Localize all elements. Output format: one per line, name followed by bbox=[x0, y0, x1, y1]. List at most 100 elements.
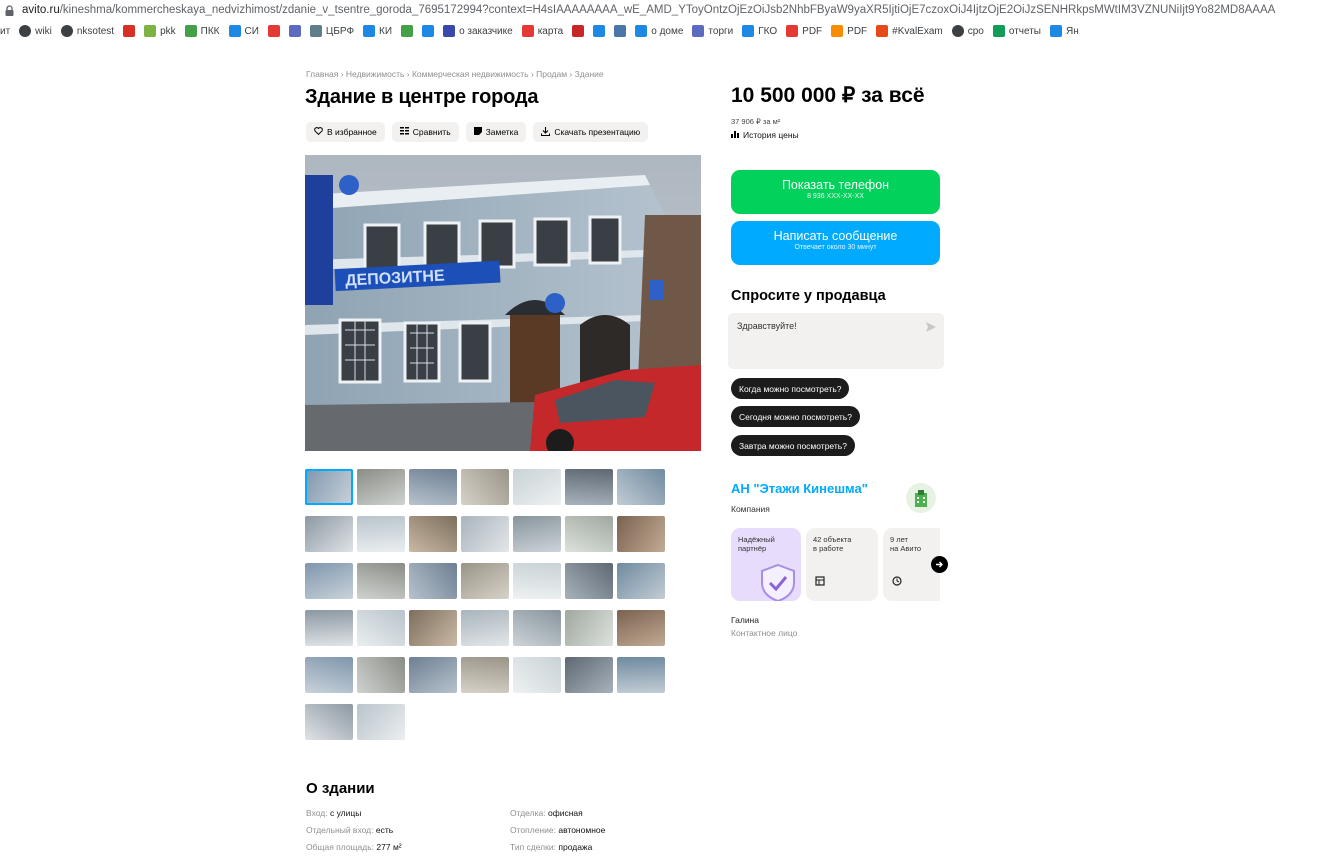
ask-seller-input[interactable]: Здравствуйте! bbox=[728, 313, 944, 369]
photo-thumbnail[interactable] bbox=[565, 610, 613, 646]
note-button[interactable]: Заметка bbox=[465, 122, 527, 142]
hat-icon bbox=[572, 25, 585, 37]
photo-thumbnail[interactable] bbox=[305, 563, 353, 599]
bookmark-item[interactable]: ЦБРФ bbox=[309, 25, 354, 37]
photo-thumbnail[interactable] bbox=[409, 469, 457, 505]
bookmark-item[interactable]: Ян bbox=[1050, 25, 1079, 37]
photo-thumbnail[interactable] bbox=[617, 469, 665, 505]
photo-thumbnail[interactable] bbox=[409, 563, 457, 599]
house-icon bbox=[635, 25, 648, 37]
bookmark-label: о заказчике bbox=[459, 25, 513, 37]
photo-thumbnail[interactable] bbox=[513, 516, 561, 552]
photo-thumbnail[interactable] bbox=[409, 610, 457, 646]
photo-thumbnail[interactable] bbox=[617, 516, 665, 552]
bookmark-item[interactable] bbox=[123, 25, 136, 37]
breadcrumb[interactable]: Главная › Недвижимость › Коммерческая не… bbox=[306, 69, 604, 79]
photo-thumbnail[interactable] bbox=[617, 610, 665, 646]
bookmark-item[interactable]: о доме bbox=[635, 25, 683, 37]
photo-thumbnail[interactable] bbox=[357, 704, 405, 740]
bookmark-item[interactable] bbox=[572, 25, 585, 37]
photo-thumbnail[interactable] bbox=[461, 610, 509, 646]
bookmark-item[interactable] bbox=[422, 25, 435, 37]
quick-question-chip[interactable]: Когда можно посмотреть? bbox=[731, 378, 850, 399]
bookmark-item[interactable]: отчеты bbox=[992, 25, 1041, 37]
bookmark-item[interactable] bbox=[267, 25, 280, 37]
photo-thumbnail[interactable] bbox=[565, 657, 613, 693]
bookmark-item[interactable]: nksotest bbox=[60, 25, 114, 37]
bookmark-item[interactable]: сро bbox=[951, 25, 984, 37]
param-row: Вход: с улицы bbox=[306, 808, 361, 818]
main-photo[interactable]: ДЕПОЗИТНЕ bbox=[305, 155, 701, 451]
photo-thumbnail[interactable] bbox=[357, 657, 405, 693]
pencil-icon bbox=[593, 25, 606, 37]
photo-thumbnail[interactable] bbox=[305, 657, 353, 693]
bookmark-item[interactable]: КИ bbox=[363, 25, 392, 37]
bookmark-item[interactable] bbox=[593, 25, 606, 37]
bank-icon bbox=[309, 25, 322, 37]
photo-thumbnail[interactable] bbox=[513, 469, 561, 505]
bookmark-item[interactable]: #KvalExam bbox=[876, 25, 943, 37]
photo-thumbnail[interactable] bbox=[461, 516, 509, 552]
photo-thumbnail[interactable] bbox=[565, 516, 613, 552]
seller-name-link[interactable]: АН "Этажи Кинешма" bbox=[731, 481, 868, 496]
bookmark-label: карта bbox=[537, 25, 564, 37]
photo-thumbnail[interactable] bbox=[357, 516, 405, 552]
bookmark-label: о доме bbox=[651, 25, 684, 37]
photo-thumbnail[interactable] bbox=[617, 563, 665, 599]
compare-button[interactable]: Сравнить bbox=[391, 122, 459, 142]
bookmark-item[interactable]: карта bbox=[521, 25, 564, 37]
bookmark-label: pkk bbox=[160, 25, 176, 37]
photo-thumbnail[interactable] bbox=[409, 516, 457, 552]
seller-logo[interactable] bbox=[906, 483, 936, 513]
leaf-icon bbox=[144, 25, 157, 37]
photo-thumbnail[interactable] bbox=[513, 657, 561, 693]
bookmark-item[interactable]: PDF bbox=[831, 25, 867, 37]
bookmark-item[interactable]: о заказчике bbox=[443, 25, 513, 37]
photo-thumbnail[interactable] bbox=[513, 610, 561, 646]
favorite-button[interactable]: В избранное bbox=[306, 122, 385, 142]
bookmark-item[interactable]: wiki bbox=[19, 25, 52, 37]
show-phone-button[interactable]: Показать телефон 8 936 XXX-XX-XX bbox=[731, 170, 940, 214]
download-presentation-button[interactable]: Скачать презентацию bbox=[533, 122, 649, 142]
bookmark-item[interactable]: СИ bbox=[228, 25, 259, 37]
send-icon[interactable] bbox=[926, 322, 936, 332]
quick-question-chip[interactable]: Сегодня можно посмотреть? bbox=[731, 406, 860, 427]
badge-line: в работе bbox=[813, 544, 844, 553]
photo-thumbnail[interactable] bbox=[617, 657, 665, 693]
photo-thumbnail[interactable] bbox=[357, 563, 405, 599]
write-message-button[interactable]: Написать сообщение Отвечает около 30 мин… bbox=[731, 221, 940, 265]
bookmark-item[interactable]: ПКК bbox=[184, 25, 220, 37]
chart-icon bbox=[363, 25, 376, 37]
bookmark-item[interactable]: ГКО bbox=[742, 25, 777, 37]
photo-thumbnail[interactable] bbox=[357, 610, 405, 646]
bookmark-item[interactable] bbox=[614, 25, 627, 37]
quick-question-chip[interactable]: Завтра можно посмотреть? bbox=[731, 435, 855, 456]
badge-active-objects[interactable]: 42 объекта в работе bbox=[806, 528, 878, 601]
photo-thumbnail[interactable] bbox=[305, 610, 353, 646]
badges-next-arrow-icon[interactable] bbox=[931, 556, 948, 573]
bookmark-item[interactable]: pkk bbox=[144, 25, 176, 37]
address-bar[interactable]: avito.ru/kineshma/kommercheskaya_nedvizh… bbox=[0, 0, 1326, 20]
bookmark-item[interactable]: ит bbox=[0, 26, 10, 37]
bookmark-item[interactable]: торги bbox=[692, 25, 733, 37]
thumbnail-grid bbox=[305, 469, 665, 740]
photo-thumbnail[interactable] bbox=[513, 563, 561, 599]
photo-thumbnail[interactable] bbox=[357, 469, 405, 505]
price-history-link[interactable]: История цены bbox=[731, 130, 799, 140]
photo-thumbnail[interactable] bbox=[305, 516, 353, 552]
photo-thumbnail[interactable] bbox=[461, 563, 509, 599]
bookmark-item[interactable]: PDF bbox=[786, 25, 822, 37]
badge-reliable-partner[interactable]: Надёжный партнёр bbox=[731, 528, 801, 601]
photo-thumbnail[interactable] bbox=[305, 704, 353, 740]
pin-icon bbox=[521, 25, 534, 37]
param-value: продажа bbox=[558, 842, 593, 852]
photo-thumbnail[interactable] bbox=[565, 563, 613, 599]
photo-thumbnail[interactable] bbox=[461, 657, 509, 693]
photo-thumbnail[interactable] bbox=[565, 469, 613, 505]
bookmark-item[interactable] bbox=[288, 25, 301, 37]
photo-thumbnail[interactable] bbox=[409, 657, 457, 693]
mail-icon bbox=[876, 25, 889, 37]
photo-thumbnail[interactable] bbox=[305, 469, 353, 505]
bookmark-item[interactable] bbox=[401, 25, 414, 37]
photo-thumbnail[interactable] bbox=[461, 469, 509, 505]
